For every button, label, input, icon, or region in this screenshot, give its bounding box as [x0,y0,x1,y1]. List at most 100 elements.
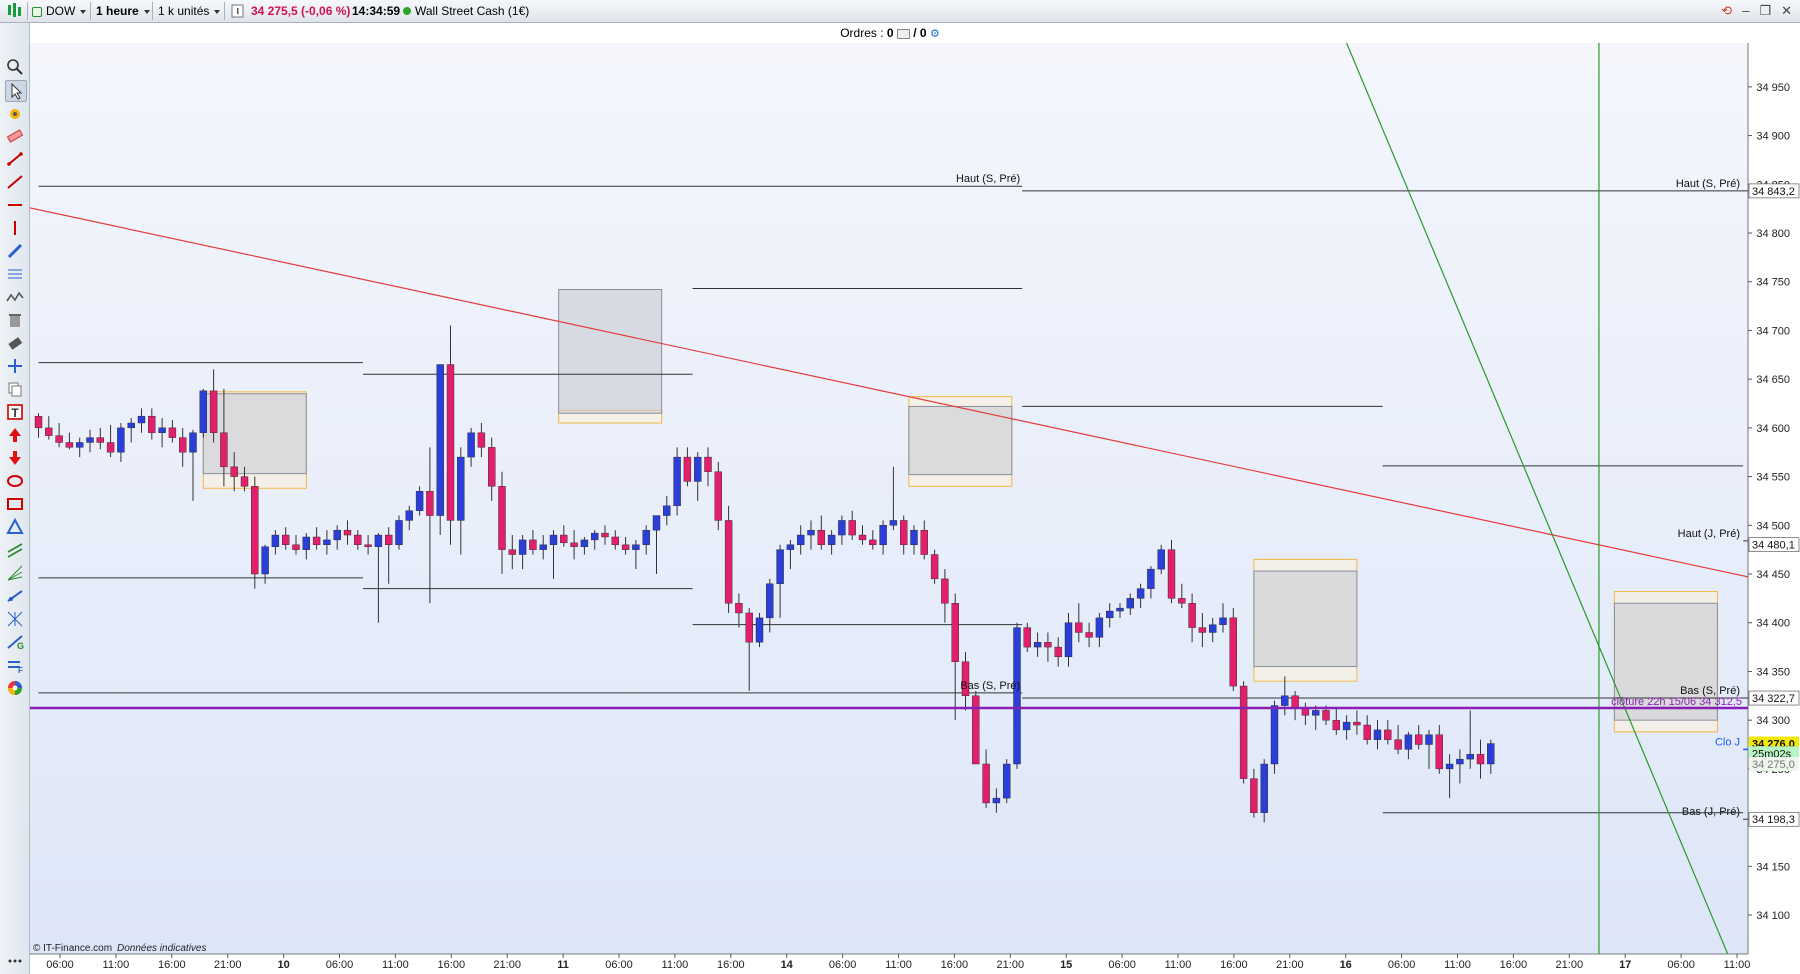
y-tick-label-13: 34 800 [1756,228,1790,240]
candle-body-116 [1229,617,1238,687]
x-tick-label-9: 11 [557,959,569,971]
candle-body-95 [1013,627,1021,765]
candle-body-119 [1260,763,1268,813]
x-tick-label-14: 06:00 [829,959,857,971]
candle-body-68 [735,603,743,614]
candle-body-62 [673,456,681,507]
candle-body-133 [1404,734,1413,750]
candle-body-107 [1136,588,1145,599]
y-tick-label-3: 34 300 [1756,715,1790,727]
candle-body-50 [549,534,558,545]
candle-body-91 [972,695,980,765]
candle-body-110 [1167,549,1176,599]
level-label-1: Haut (S, Pré) [1676,178,1740,190]
candle-body-98 [1044,642,1052,648]
x-tick-label-5: 06:00 [326,959,354,971]
candle-body-51 [560,534,568,544]
candle-body-15 [189,432,197,453]
candle-body-54 [591,532,599,541]
candle-body-4 [75,442,84,448]
price-tag-6: 34 198,3 [1752,814,1795,826]
candle-body-28 [323,539,331,545]
candle-body-5 [86,437,94,443]
candle-body-118 [1250,778,1258,813]
y-tick-label-8: 34 550 [1756,472,1790,484]
zone-inner-0 [202,393,307,475]
y-tick-label-11: 34 700 [1756,325,1790,337]
level-label-11: Bas (S, Pré) [960,680,1020,692]
x-tick-label-27: 21:00 [1556,959,1584,971]
x-tick-label-15: 11:00 [885,959,912,971]
candle-body-36 [405,510,413,521]
candle-body-89 [951,603,959,662]
x-tick-label-26: 16:00 [1500,959,1528,971]
candle-body-129 [1363,724,1371,740]
footer-disclaimer: Données indicatives [117,943,207,954]
candle-body-23 [271,534,280,547]
candle-body-58 [632,544,640,550]
candle-body-22 [261,546,269,575]
x-tick-label-0: 06:00 [46,959,74,971]
candle-body-60 [652,515,661,531]
candle-body-0 [34,415,43,429]
y-tick-label-1: 34 150 [1756,861,1790,873]
candle-body-121 [1281,695,1289,706]
candle-body-105 [1116,607,1124,612]
candle-body-104 [1105,610,1114,619]
x-tick-label-6: 11:00 [382,959,409,971]
candle-body-11 [148,415,156,433]
candle-body-141 [1487,743,1495,765]
x-tick-label-16: 16:00 [941,959,969,971]
candle-body-72 [776,549,784,584]
candle-body-99 [1054,646,1062,658]
candle-body-81 [869,539,877,545]
candle-body-55 [601,532,609,538]
candle-body-131 [1384,729,1392,740]
purple-close-label: clôture 22h 15/06 34 312,5 [1611,696,1742,708]
zone-inner-3 [1253,570,1358,668]
candle-body-14 [178,437,187,453]
x-tick-label-7: 16:00 [438,959,466,971]
plot-background [30,43,1748,954]
candle-body-92 [982,763,990,804]
candle-body-8 [117,427,125,453]
price-chart[interactable]: Haut (S, Pré) Haut (S, Pré) Haut (J, Pré) B… [0,0,1800,974]
x-tick-label-13: 14 [781,959,794,971]
candle-body-29 [333,529,341,541]
candle-body-20 [240,476,249,487]
candle-body-127 [1342,721,1351,731]
candle-body-103 [1095,617,1104,638]
x-tick-label-1: 11:00 [103,959,130,971]
candle-body-108 [1147,568,1155,589]
y-tick-label-15: 34 900 [1756,131,1790,143]
x-tick-label-22: 21:00 [1276,959,1304,971]
x-tick-label-20: 11:00 [1165,959,1192,971]
candle-body-18 [220,432,228,468]
candle-body-39 [436,364,444,516]
candle-body-123 [1301,708,1310,716]
candle-body-97 [1033,642,1042,648]
candle-body-19 [230,466,238,477]
x-axis-panel [30,954,1800,974]
candle-body-26 [302,536,310,550]
candle-body-93 [992,797,1001,804]
candle-body-33 [374,534,383,547]
candle-body-122 [1291,695,1299,709]
candle-body-9 [127,422,135,429]
y-tick-label-4: 34 350 [1756,666,1790,678]
zone-inner-2 [908,405,1013,476]
candle-body-46 [508,549,516,555]
candle-body-106 [1126,598,1135,609]
candle-body-25 [292,544,300,550]
x-tick-label-25: 11:00 [1444,959,1471,971]
candle-body-101 [1075,622,1083,633]
candle-body-74 [797,534,805,545]
candle-body-70 [755,617,764,643]
x-tick-label-4: 10 [277,959,289,971]
candle-body-17 [209,390,218,433]
y-tick-label-7: 34 500 [1756,520,1790,532]
x-tick-label-29: 06:00 [1667,959,1695,971]
candle-body-61 [663,505,671,516]
y-tick-label-10: 34 650 [1756,374,1790,386]
x-tick-label-8: 21:00 [493,959,521,971]
